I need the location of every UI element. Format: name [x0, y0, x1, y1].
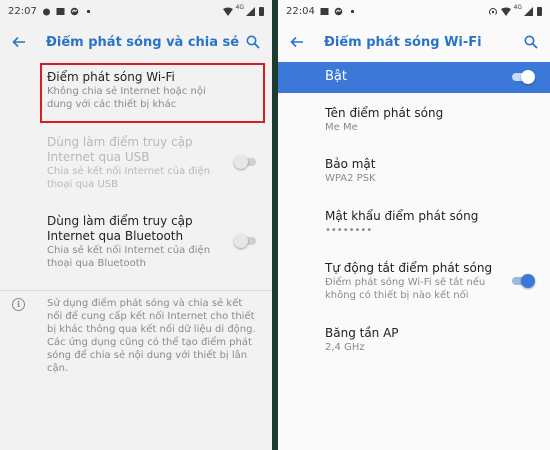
bluetooth-tethering-switch[interactable] — [234, 234, 256, 248]
gallery-icon — [56, 7, 65, 16]
item-subtitle: Điểm phát sóng Wi-Fi sẽ tắt nếu không có… — [325, 277, 486, 301]
item-title: Dùng làm điểm truy cập Internet qua USB — [47, 135, 193, 164]
item-subtitle: Không chia sẻ Internet hoặc nội dung với… — [47, 86, 206, 110]
battery-icon — [537, 6, 542, 16]
list-item-security[interactable]: Bảo mật WPA2 PSK — [278, 157, 550, 185]
item-value: 2,4 GHz — [325, 342, 365, 353]
messenger-icon — [70, 7, 79, 16]
item-title: Tên điểm phát sóng — [325, 106, 444, 120]
list-item-wifi-hotspot[interactable]: Điểm phát sóng Wi-Fi Không chia sẻ Inter… — [0, 70, 272, 111]
list-item-auto-turn-off[interactable]: Tự động tắt điểm phát sóng Điểm phát són… — [278, 261, 550, 302]
search-icon[interactable] — [522, 33, 540, 51]
search-icon[interactable] — [244, 33, 262, 51]
list-item-hotspot-password[interactable]: Mật khẩu điểm phát sóng •••••••• — [278, 209, 550, 237]
item-title: Tự động tắt điểm phát sóng — [325, 261, 493, 275]
item-title: Dùng làm điểm truy cập Internet qua Blue… — [47, 214, 193, 243]
wifi-signal-icon — [500, 7, 511, 16]
list-item-bluetooth-tethering[interactable]: Dùng làm điểm truy cập Internet qua Blue… — [0, 214, 272, 270]
back-arrow-icon[interactable] — [288, 33, 306, 51]
battery-icon — [259, 6, 264, 16]
list-item-usb-tethering[interactable]: Dùng làm điểm truy cập Internet qua USB … — [0, 135, 272, 191]
info-text: Sử dụng điểm phát sóng và chia sẻ kết nố… — [47, 298, 256, 374]
app-bar: Điểm phát sóng và chia sẻ kế... — [0, 22, 272, 62]
item-title: Băng tần AP — [325, 326, 399, 340]
status-bar: 22:04 4G — [278, 0, 550, 22]
info-footer: i Sử dụng điểm phát sóng và chia sẻ kết … — [0, 290, 272, 375]
hotspot-master-switch[interactable] — [512, 70, 535, 84]
alarm-icon — [42, 7, 51, 16]
cell-signal-icon — [524, 6, 533, 16]
page-title: Điểm phát sóng Wi-Fi — [324, 34, 482, 50]
item-title: Mật khẩu điểm phát sóng — [325, 209, 479, 223]
wifi-signal-icon — [222, 7, 233, 16]
dot-icon — [84, 7, 93, 16]
page-title: Điểm phát sóng và chia sẻ kế... — [46, 34, 244, 50]
list-item-hotspot-name[interactable]: Tên điểm phát sóng Me Me — [278, 106, 550, 134]
auto-turn-off-switch[interactable] — [512, 274, 535, 288]
cell-signal-icon — [246, 6, 255, 16]
left-phone-screen: 22:07 4G Điểm phát sóng và chia sẻ Điểm … — [0, 0, 272, 450]
item-subtitle: Chia sẻ kết nối Internet của điện thoại … — [47, 166, 211, 190]
status-time: 22:07 — [8, 5, 37, 17]
gallery-icon — [320, 7, 329, 16]
usb-tethering-switch[interactable] — [234, 155, 256, 169]
hotspot-icon — [488, 7, 497, 16]
item-title: Bảo mật — [325, 157, 376, 171]
item-value: •••••••• — [325, 225, 373, 236]
list-item-ap-band[interactable]: Băng tần AP 2,4 GHz — [278, 326, 550, 354]
network-type-label: 4G — [235, 4, 244, 11]
dot-icon — [348, 7, 357, 16]
status-bar: 22:07 4G — [0, 0, 272, 22]
back-arrow-icon[interactable] — [10, 33, 28, 51]
right-phone-screen: 22:04 4G Điểm phát sóng Wi-Fi Bật Tên đi… — [278, 0, 550, 450]
master-toggle-label: Bật — [325, 69, 347, 84]
item-title: Điểm phát sóng Wi-Fi — [47, 70, 175, 84]
app-bar: Điểm phát sóng Wi-Fi — [278, 22, 550, 62]
status-time: 22:04 — [286, 5, 315, 17]
network-type-label: 4G — [513, 4, 522, 11]
info-icon: i — [12, 298, 25, 311]
item-subtitle: Chia sẻ kết nối Internet của điện thoại … — [47, 245, 211, 269]
hotspot-master-toggle-row[interactable]: Bật — [278, 62, 550, 93]
item-value: WPA2 PSK — [325, 173, 376, 184]
messenger-icon — [334, 7, 343, 16]
item-value: Me Me — [325, 122, 358, 133]
